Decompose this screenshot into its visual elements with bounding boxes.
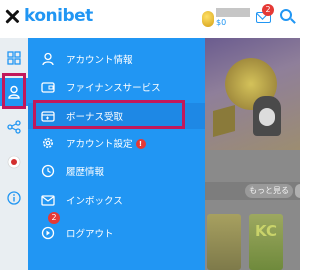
rail-item-language[interactable]	[0, 148, 28, 176]
flag-icon	[7, 155, 21, 169]
alert-badge: !	[135, 139, 146, 149]
coin-icon	[202, 11, 214, 27]
menu-item-history[interactable]: 履歴情報	[28, 158, 205, 184]
brand-logo[interactable]: konibet	[24, 6, 93, 26]
highlight-frame-menu	[33, 100, 185, 129]
account-menu-panel: アカウント情報 ファイナンスサービス ボーナス受取 アカウント設定! 履歴情報 …	[28, 38, 205, 270]
promo-banner[interactable]	[205, 38, 300, 150]
wallet-icon	[40, 79, 56, 95]
search-icon[interactable]	[280, 9, 296, 25]
close-icon[interactable]	[5, 9, 19, 23]
menu-item-label: インボックス	[66, 196, 123, 207]
next-arrow-button[interactable]	[295, 184, 300, 198]
rail-item-share[interactable]	[0, 113, 28, 141]
game-lobby-background: もっと見る KC	[205, 38, 300, 270]
menu-item-label: ログアウト	[66, 229, 114, 240]
game-thumbnail[interactable]	[207, 214, 241, 270]
top-header: konibet $0 2	[0, 0, 300, 38]
highlight-frame-rail	[2, 73, 26, 109]
info-icon	[7, 191, 21, 205]
grid-icon	[7, 51, 21, 65]
menu-item-account-settings[interactable]: アカウント設定!	[28, 130, 205, 156]
history-icon	[40, 163, 56, 179]
see-more-button[interactable]: もっと見る	[245, 184, 293, 198]
mail-badge: 2	[262, 4, 274, 16]
menu-item-label: アカウント設定	[66, 139, 133, 150]
settings-icon	[40, 135, 56, 151]
menu-item-finance[interactable]: ファイナンスサービス	[28, 74, 205, 100]
menu-item-label: アカウント情報	[66, 55, 133, 66]
rail-item-info[interactable]	[0, 184, 28, 212]
rail-item-lobby[interactable]	[0, 44, 28, 72]
balance-amount: $0	[216, 18, 227, 27]
menu-item-label: ファイナンスサービス	[66, 83, 161, 94]
menu-item-label-wrap: アカウント設定!	[66, 136, 146, 150]
share-icon	[7, 120, 21, 134]
menu-item-inbox[interactable]: インボックス	[28, 187, 205, 213]
user-icon	[40, 51, 56, 67]
username-redacted	[216, 8, 250, 17]
game-thumbnail-label: KC	[255, 222, 277, 240]
inbox-icon	[40, 192, 56, 208]
menu-item-label: 履歴情報	[66, 167, 105, 178]
menu-item-account-info[interactable]: アカウント情報	[28, 46, 205, 72]
logout-icon	[40, 225, 56, 241]
inbox-count-badge: 2	[48, 212, 60, 224]
